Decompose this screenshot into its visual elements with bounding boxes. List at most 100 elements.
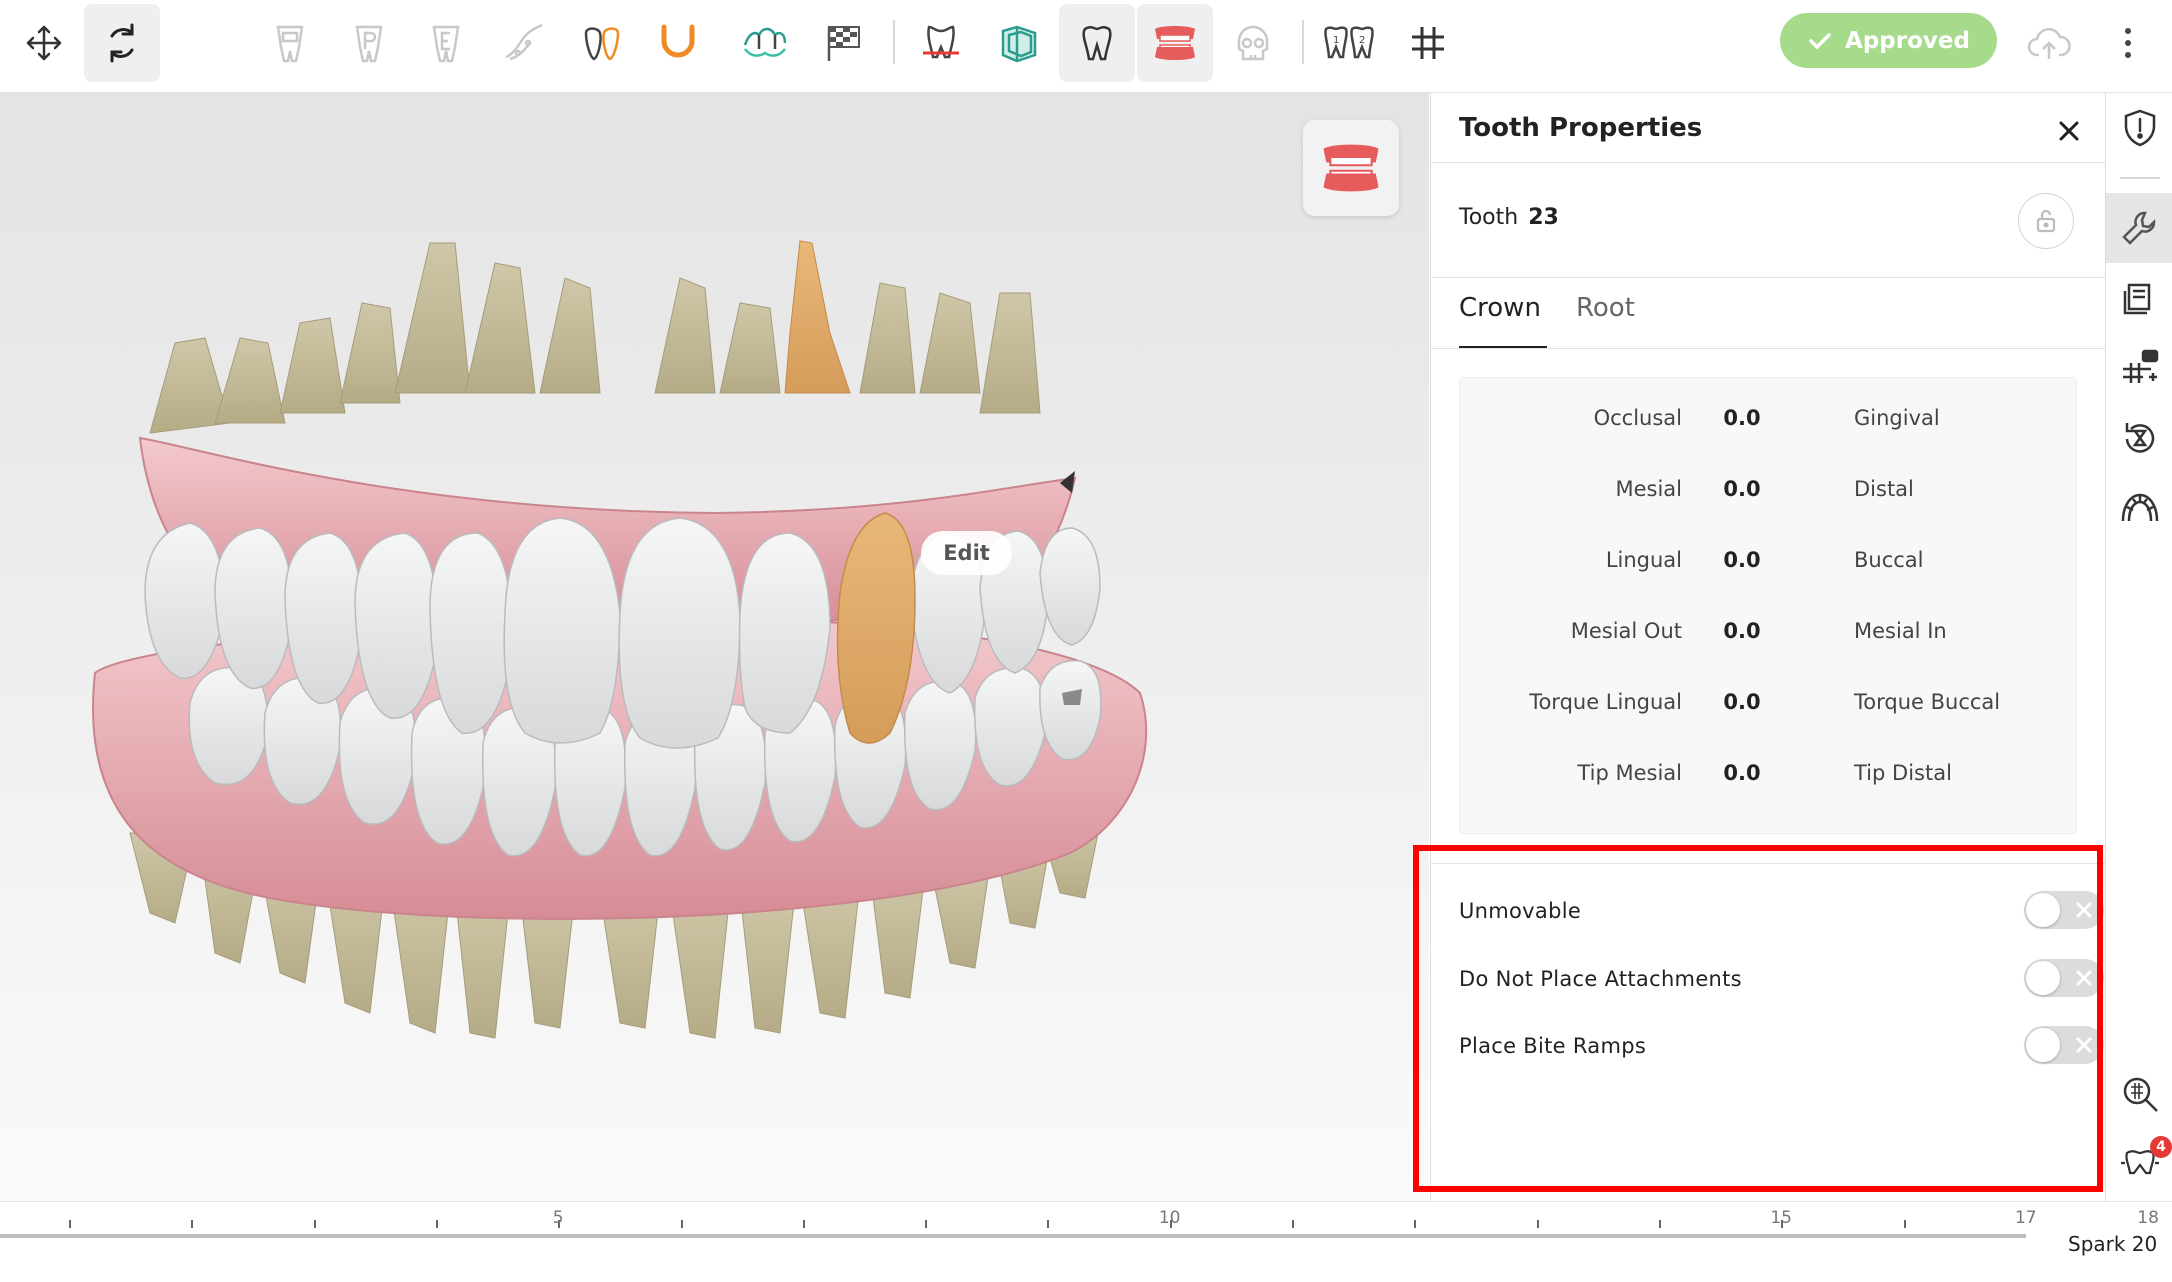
timeline-tick — [313, 1220, 316, 1228]
param-row-lingual-buccal[interactable]: Lingual 0.0 Buccal — [1460, 540, 2076, 580]
timeline-tick-label: 15 — [1770, 1208, 1793, 1228]
timeline-tick — [802, 1220, 805, 1228]
top-toolbar: 12 Approved — [0, 0, 2172, 93]
param-left-label: Tip Mesial — [1577, 761, 1682, 785]
dentures-icon — [1323, 144, 1379, 192]
param-value[interactable]: 0.0 — [1710, 406, 1774, 430]
gum-line-icon[interactable] — [486, 4, 562, 82]
timeline-tick-label: 5 — [552, 1208, 564, 1228]
jaw-view-button[interactable] — [1303, 120, 1399, 216]
timeline-tick — [1047, 1220, 1050, 1228]
grid-icon[interactable] — [1390, 4, 1466, 82]
param-value[interactable]: 0.0 — [1710, 619, 1774, 643]
cloud-upload-icon[interactable] — [2011, 4, 2087, 82]
tooth-e-icon[interactable] — [408, 4, 484, 82]
tooth-properties-panel: Tooth Properties Tooth 23 Crown Root Occl… — [1430, 93, 2105, 1201]
x-icon — [2076, 970, 2092, 986]
tooth-crown-icon[interactable] — [252, 4, 328, 82]
close-icon[interactable] — [2049, 111, 2089, 151]
single-tooth-icon[interactable] — [1059, 4, 1135, 82]
edit-button[interactable]: Edit — [921, 531, 1012, 575]
timeline-tick-label: 18 — [2137, 1208, 2159, 1228]
tooth-p-icon[interactable] — [331, 4, 407, 82]
panel-title: Tooth Properties — [1459, 113, 1703, 143]
staging-icon[interactable] — [2106, 333, 2172, 403]
aligner-layers-icon[interactable] — [981, 4, 1057, 82]
notification-badge: 4 — [2150, 1136, 2172, 1158]
svg-text:2: 2 — [1359, 35, 1365, 46]
unmovable-toggle[interactable] — [2024, 891, 2104, 929]
param-value[interactable]: 0.0 — [1710, 477, 1774, 501]
3d-viewport[interactable]: Edit — [0, 93, 1429, 1201]
tooth-label: Tooth — [1459, 205, 1519, 230]
approved-label: Approved — [1845, 27, 1970, 54]
zoom-inspect-icon[interactable] — [2106, 1059, 2172, 1129]
occlusion-teeth-icon[interactable] — [727, 4, 803, 82]
timeline-tick — [1903, 1220, 1906, 1228]
timeline-tick-label: 10 — [1158, 1208, 1181, 1228]
x-icon — [2076, 1037, 2092, 1053]
timeline-track[interactable] — [0, 1234, 2026, 1238]
param-value[interactable]: 0.0 — [1710, 761, 1774, 785]
option-bite-ramps: Place Bite Ramps — [1459, 1024, 2104, 1068]
layers-icon[interactable] — [2106, 263, 2172, 333]
dentures-icon[interactable] — [1137, 4, 1213, 82]
param-right-label: Tip Distal — [1854, 761, 1952, 785]
crown-movement-table: Occlusal 0.0 Gingival Mesial 0.0 Distal … — [1459, 377, 2077, 834]
hourglass-rotate-icon[interactable] — [2106, 403, 2172, 473]
timeline-tick — [191, 1220, 194, 1228]
param-left-label: Torque Lingual — [1529, 690, 1682, 714]
timeline-tick — [680, 1220, 683, 1228]
arch-icon[interactable] — [2106, 473, 2172, 543]
checkered-flag-icon[interactable] — [805, 4, 881, 82]
param-row-tip[interactable]: Tip Mesial 0.0 Tip Distal — [1460, 753, 2076, 793]
option-label: Do Not Place Attachments — [1459, 967, 1742, 991]
param-right-label: Distal — [1854, 477, 1914, 501]
option-no-attachments: Do Not Place Attachments — [1459, 957, 2104, 1001]
tab-crown[interactable]: Crown — [1459, 293, 1541, 323]
unlock-icon[interactable] — [2018, 193, 2074, 249]
timeline-tick — [1536, 1220, 1539, 1228]
approved-button[interactable]: Approved — [1780, 13, 1997, 68]
x-icon — [2076, 902, 2092, 918]
right-sidebar — [2105, 93, 2172, 1201]
arch-wire-icon[interactable] — [640, 4, 716, 82]
option-label: Place Bite Ramps — [1459, 1034, 1647, 1058]
tooth-id-row: Tooth 23 — [1459, 205, 1559, 230]
param-row-torque[interactable]: Torque Lingual 0.0 Torque Buccal — [1460, 682, 2076, 722]
stage-label: Spark 20 — [2068, 1232, 2158, 1256]
param-left-label: Mesial — [1615, 477, 1682, 501]
param-left-label: Lingual — [1605, 548, 1682, 572]
svg-text:1: 1 — [1333, 35, 1339, 46]
param-value[interactable]: 0.0 — [1710, 548, 1774, 572]
shield-alert-icon[interactable] — [2106, 93, 2172, 163]
param-right-label: Mesial In — [1854, 619, 1947, 643]
param-left-label: Occlusal — [1593, 406, 1682, 430]
tooth-cut-icon[interactable] — [903, 4, 979, 82]
stage-timeline[interactable]: 5 10 15 17 18 Spark 20 — [0, 1201, 2172, 1282]
tab-root[interactable]: Root — [1576, 293, 1635, 323]
timeline-tick — [925, 1220, 928, 1228]
param-value[interactable]: 0.0 — [1710, 690, 1774, 714]
timeline-tick — [1414, 1220, 1417, 1228]
param-right-label: Gingival — [1854, 406, 1940, 430]
timeline-tick — [1658, 1220, 1661, 1228]
dental-model[interactable] — [0, 93, 1429, 1201]
move-arrows-icon[interactable] — [6, 4, 82, 82]
wrench-icon[interactable] — [2106, 193, 2172, 263]
tooth-numbering-icon[interactable]: 12 — [1312, 4, 1388, 82]
param-right-label: Buccal — [1854, 548, 1924, 572]
more-menu-icon[interactable] — [2090, 4, 2166, 82]
no-attachments-toggle[interactable] — [2024, 959, 2104, 997]
timeline-tick — [69, 1220, 71, 1228]
tooth-pair-icon[interactable] — [564, 4, 640, 82]
bite-ramps-toggle[interactable] — [2024, 1026, 2104, 1064]
rotate-icon[interactable] — [84, 4, 160, 82]
timeline-tick — [435, 1220, 438, 1228]
param-row-occlusal-gingival[interactable]: Occlusal 0.0 Gingival — [1460, 398, 2076, 438]
option-label: Unmovable — [1459, 899, 1582, 923]
param-row-mesial-distal[interactable]: Mesial 0.0 Distal — [1460, 469, 2076, 509]
skull-icon[interactable] — [1215, 4, 1291, 82]
param-row-mesial-out-in[interactable]: Mesial Out 0.0 Mesial In — [1460, 611, 2076, 651]
timeline-tick-label: 17 — [2014, 1208, 2037, 1228]
